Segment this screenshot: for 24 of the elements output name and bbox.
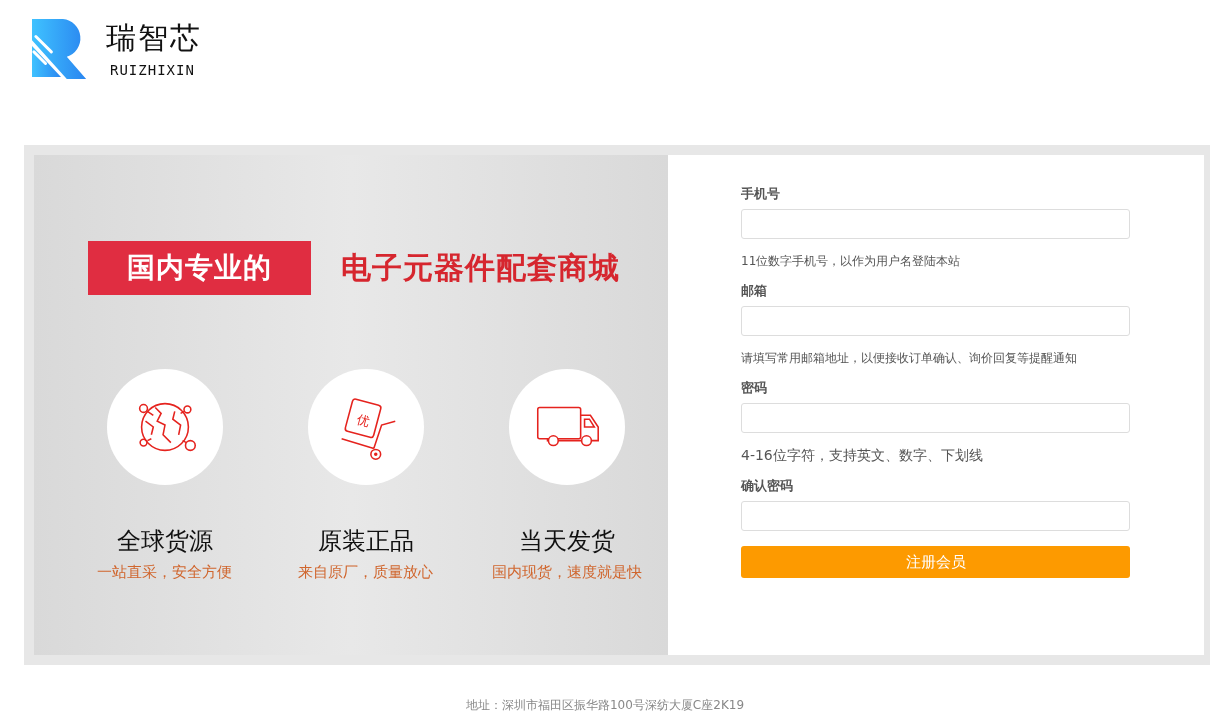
logo-subtitle: RUIZHIXIN: [110, 62, 195, 78]
feature-subtitle: 来自原厂，质量放心: [298, 563, 434, 582]
input-field[interactable]: [741, 306, 1130, 336]
field-label: 手机号: [741, 185, 781, 203]
input-field[interactable]: [741, 209, 1130, 239]
field-label: 邮箱: [741, 282, 768, 300]
input-field[interactable]: [741, 501, 1130, 531]
slogan-headline: 电子元器件配套商城: [341, 248, 620, 287]
hand-truck-icon: 优: [308, 369, 424, 485]
field-label: 确认密码: [741, 477, 794, 495]
slogan-tag: 国内专业的: [88, 241, 311, 295]
feature-title: 原装正品: [318, 526, 414, 557]
field-hint: 4-16位字符，支持英文、数字、下划线: [741, 447, 984, 465]
input-field[interactable]: [741, 403, 1130, 433]
field-hint: 请填写常用邮箱地址，以便接收订单确认、询价回复等提醒通知: [741, 350, 1078, 367]
footer-address: 地址：深圳市福田区振华路100号深纺大厦C座2K19: [465, 698, 745, 712]
feature-subtitle: 一站直采，安全方便: [97, 563, 233, 582]
logo-name: 瑞智芯: [106, 20, 202, 56]
feature-title: 全球货源: [116, 526, 213, 557]
register-button[interactable]: 注册会员: [741, 546, 1130, 578]
feature-title: 当天发货: [519, 526, 616, 557]
field-label: 密码: [741, 379, 768, 397]
feature-subtitle: 国内现货，速度就是快: [492, 563, 643, 582]
field-hint: 11位数字手机号，以作为用户名登陆本站: [741, 253, 962, 270]
